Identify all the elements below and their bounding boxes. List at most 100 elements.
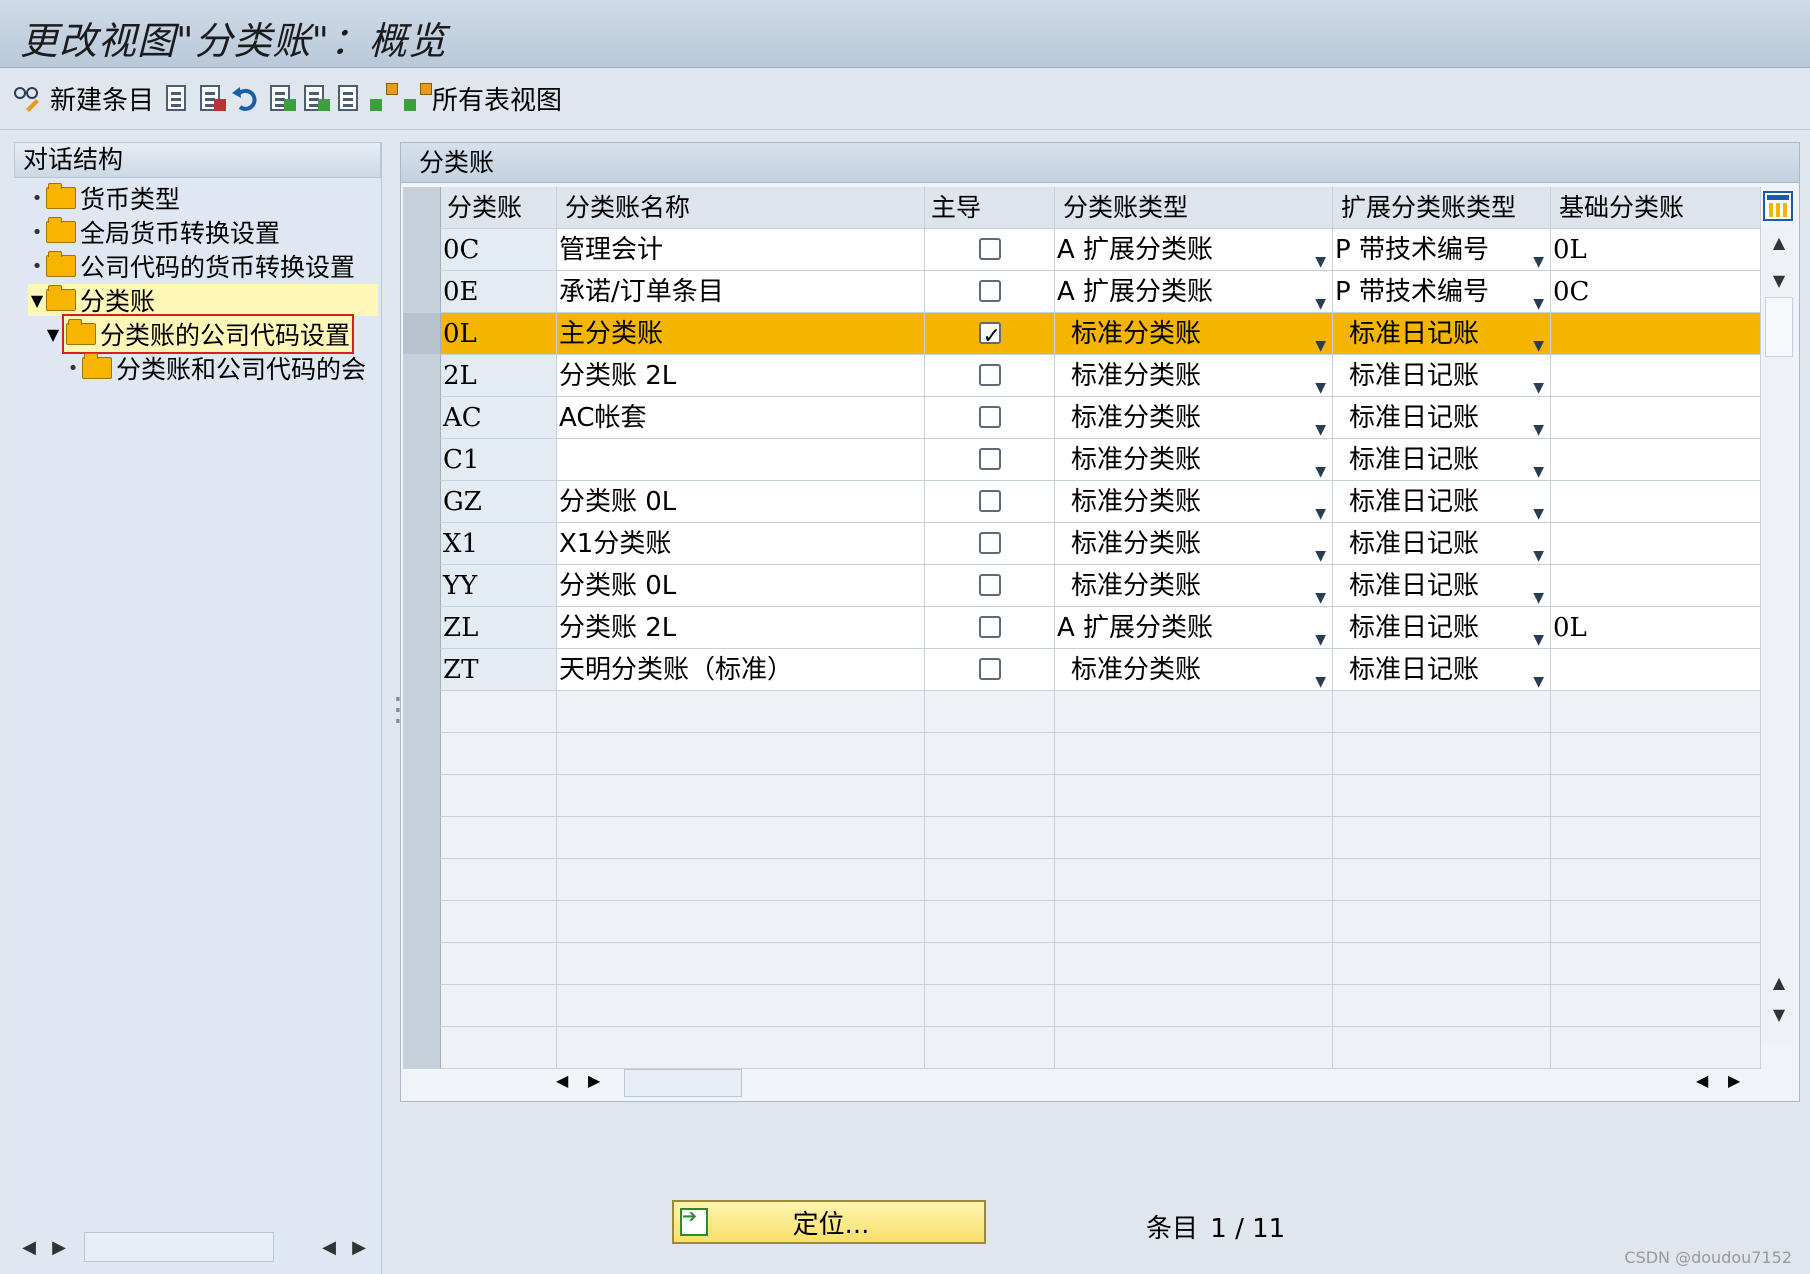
empty-row[interactable] — [403, 985, 1763, 1027]
extension-type-dropdown[interactable]: 标准日记账 ▼ — [1333, 649, 1551, 691]
scroll-up-icon[interactable]: ▲ — [1763, 233, 1795, 252]
ledger-cell[interactable]: GZ — [441, 481, 557, 523]
delete-button[interactable] — [196, 82, 226, 114]
dropdown-arrow-icon[interactable]: ▼ — [1315, 493, 1326, 522]
underlying-ledger-cell[interactable]: 0L — [1551, 607, 1761, 649]
scroll-thumb[interactable] — [624, 1069, 742, 1097]
dropdown-arrow-icon[interactable]: ▼ — [1315, 241, 1326, 270]
dropdown-arrow-icon[interactable]: ▼ — [1533, 661, 1544, 690]
copy-button[interactable] — [162, 82, 192, 114]
leading-checkbox[interactable] — [978, 531, 1001, 554]
empty-row[interactable] — [403, 817, 1763, 859]
extension-type-dropdown[interactable]: 标准日记账 ▼ — [1333, 607, 1551, 649]
column-header-underlying-ledger[interactable]: 基础分类账 — [1551, 187, 1761, 229]
dropdown-arrow-icon[interactable]: ▼ — [1315, 409, 1326, 438]
leading-checkbox[interactable] — [978, 237, 1001, 260]
underlying-ledger-cell[interactable] — [1551, 313, 1761, 355]
underlying-ledger-cell[interactable] — [1551, 397, 1761, 439]
underlying-ledger-cell[interactable] — [1551, 481, 1761, 523]
dropdown-arrow-icon[interactable]: ▼ — [1315, 535, 1326, 564]
leading-checkbox[interactable] — [978, 489, 1001, 512]
row-selector[interactable] — [403, 649, 441, 691]
row-selector[interactable] — [403, 229, 441, 271]
ledger-type-dropdown[interactable]: 标准分类账 ▼ — [1055, 397, 1333, 439]
ledger-type-dropdown[interactable]: 标准分类账 ▼ — [1055, 649, 1333, 691]
scroll-right-icon[interactable]: ▶ — [588, 1071, 600, 1090]
ledger-name-cell[interactable]: 承诺/订单条目 — [557, 271, 925, 313]
ledger-cell[interactable]: 2L — [441, 355, 557, 397]
underlying-ledger-cell[interactable]: 0C — [1551, 271, 1761, 313]
leading-checkbox[interactable] — [978, 279, 1001, 302]
ledger-type-dropdown[interactable]: 标准分类账 ▼ — [1055, 439, 1333, 481]
ledger-type-dropdown[interactable]: A 扩展分类账 ▼ — [1055, 271, 1333, 313]
empty-row[interactable] — [403, 691, 1763, 733]
row-selector[interactable] — [403, 355, 441, 397]
leading-checkbox[interactable] — [978, 615, 1001, 638]
leading-checkbox[interactable] — [978, 405, 1001, 428]
row-selector[interactable] — [403, 523, 441, 565]
table-row[interactable]: X1 X1分类账 标准分类账 ▼ 标准日记账 ▼ — [403, 523, 1763, 565]
column-header-leading[interactable]: 主导 — [925, 187, 1055, 229]
extension-type-dropdown[interactable]: 标准日记账 ▼ — [1333, 523, 1551, 565]
empty-row[interactable] — [403, 859, 1763, 901]
empty-cell[interactable] — [403, 733, 441, 775]
ledger-cell[interactable]: ZT — [441, 649, 557, 691]
row-selector[interactable] — [403, 481, 441, 523]
table-row[interactable]: ZL 分类账 2L A 扩展分类账 ▼ 标准日记账 ▼ 0L — [403, 607, 1763, 649]
empty-cell[interactable] — [403, 817, 441, 859]
table-row[interactable]: C1 标准分类账 ▼ 标准日记账 ▼ — [403, 439, 1763, 481]
tree-item-ledger[interactable]: ▼ 分类账 — [28, 284, 378, 316]
ledger-name-cell[interactable]: 分类账 0L — [557, 481, 925, 523]
empty-cell[interactable] — [403, 691, 441, 733]
ledger-name-cell[interactable]: 天明分类账（标准） — [557, 649, 925, 691]
tree-item-currency-types[interactable]: • 货币类型 — [28, 182, 180, 214]
empty-cell[interactable] — [403, 859, 441, 901]
underlying-ledger-cell[interactable] — [1551, 523, 1761, 565]
empty-row[interactable] — [403, 943, 1763, 985]
column-header-extension-type[interactable]: 扩展分类账类型 — [1333, 187, 1551, 229]
scroll-down-icon[interactable]: ▼ — [1763, 271, 1795, 290]
row-selector[interactable] — [403, 607, 441, 649]
empty-cell[interactable] — [403, 985, 441, 1027]
table-row[interactable]: GZ 分类账 0L 标准分类账 ▼ 标准日记账 ▼ — [403, 481, 1763, 523]
ledger-cell[interactable]: 0E — [441, 271, 557, 313]
ledger-type-dropdown[interactable]: 标准分类账 ▼ — [1055, 565, 1333, 607]
ledger-name-cell[interactable]: AC帐套 — [557, 397, 925, 439]
dropdown-arrow-icon[interactable]: ▼ — [1533, 367, 1544, 396]
underlying-ledger-cell[interactable] — [1551, 565, 1761, 607]
ledger-name-cell[interactable]: X1分类账 — [557, 523, 925, 565]
all-tables-button[interactable]: 所有表视图 — [402, 82, 562, 116]
select-all-button[interactable] — [266, 82, 296, 114]
ledger-cell[interactable]: C1 — [441, 439, 557, 481]
ledger-cell[interactable]: X1 — [441, 523, 557, 565]
column-header-ledger[interactable]: 分类账 — [441, 187, 557, 229]
ledger-cell[interactable]: ZL — [441, 607, 557, 649]
ledger-name-cell[interactable]: 分类账 2L — [557, 355, 925, 397]
variant-button[interactable] — [368, 82, 398, 114]
column-header-ledger-type[interactable]: 分类账类型 — [1055, 187, 1333, 229]
leading-checkbox[interactable] — [978, 363, 1001, 386]
ledger-name-cell[interactable] — [557, 439, 925, 481]
ledger-cell[interactable]: YY — [441, 565, 557, 607]
dropdown-arrow-icon[interactable]: ▼ — [1315, 367, 1326, 396]
dropdown-arrow-icon[interactable]: ▼ — [1315, 325, 1326, 354]
expand-arrow-icon[interactable]: ▼ — [44, 325, 62, 344]
underlying-ledger-cell[interactable] — [1551, 439, 1761, 481]
dropdown-arrow-icon[interactable]: ▼ — [1533, 577, 1544, 606]
ledger-name-cell[interactable]: 分类账 2L — [557, 607, 925, 649]
table-row[interactable]: 0C 管理会计 A 扩展分类账 ▼ P 带技术编号 ▼ 0L — [403, 229, 1763, 271]
dropdown-arrow-icon[interactable]: ▼ — [1533, 619, 1544, 648]
extension-type-dropdown[interactable]: 标准日记账 ▼ — [1333, 565, 1551, 607]
empty-row[interactable] — [403, 775, 1763, 817]
empty-cell[interactable] — [403, 1027, 441, 1069]
tree-item-ledger-company-code-settings[interactable]: ▼ 分类账的公司代码设置 — [44, 314, 355, 354]
table-vertical-scrollbar[interactable]: ▲ ▼ ▲ ▼ — [1763, 227, 1795, 1043]
new-entry-button[interactable]: 新建条目 — [12, 82, 154, 116]
extension-type-dropdown[interactable]: P 带技术编号 ▼ — [1333, 271, 1551, 313]
table-horizontal-scrollbar[interactable]: ◀ ▶ ◀ ▶ — [556, 1067, 1766, 1099]
table-row[interactable]: 0E 承诺/订单条目 A 扩展分类账 ▼ P 带技术编号 ▼ 0C — [403, 271, 1763, 313]
ledger-name-cell[interactable]: 主分类账 — [557, 313, 925, 355]
dropdown-arrow-icon[interactable]: ▼ — [1533, 409, 1544, 438]
extension-type-dropdown[interactable]: 标准日记账 ▼ — [1333, 439, 1551, 481]
leading-checkbox[interactable] — [978, 316, 1001, 354]
